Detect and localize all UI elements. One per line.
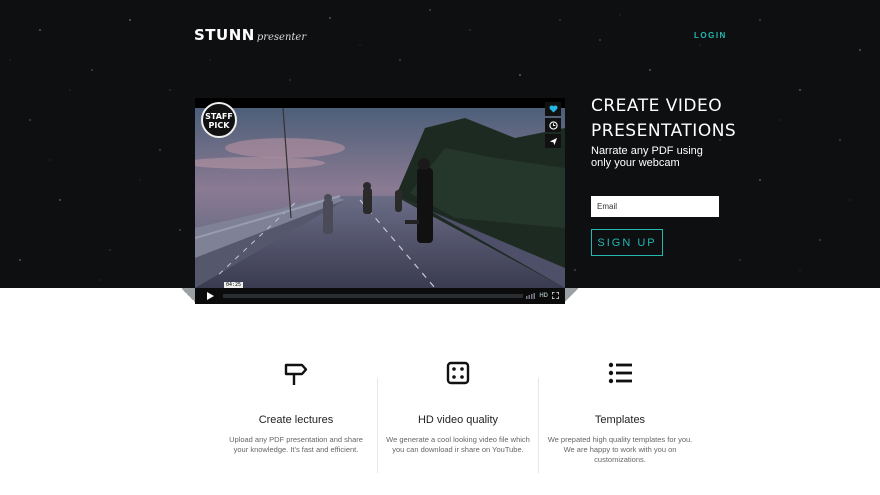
staff-pick-line1: STAFF: [205, 112, 233, 121]
feature-desc-line2: you can download ir share on YouTube.: [392, 445, 524, 454]
email-field[interactable]: [591, 196, 719, 217]
player-stand-left: [182, 288, 196, 304]
feature-desc-line3: customizations.: [594, 455, 646, 464]
volume-icon[interactable]: [526, 292, 536, 299]
staff-pick-line2: PICK: [208, 121, 230, 130]
hero-subtitle: Narrate any PDF using only your webcam: [591, 145, 721, 169]
send-icon: [549, 137, 557, 145]
feature-title: Templates: [594, 414, 646, 426]
player-controls: 04:25 HD: [195, 282, 565, 304]
feature-description: We generate a cool looking video file wh…: [378, 435, 538, 455]
progress-bar[interactable]: [223, 294, 523, 298]
video-duration: 04:25: [224, 282, 244, 288]
player-side-tools: [545, 102, 561, 150]
feature-title: Create lectures: [258, 414, 334, 426]
feature-hd-video: HD video quality We generate a cool look…: [378, 360, 538, 455]
feature-desc-line1: We prepated high quality templates for y…: [547, 435, 693, 444]
brand-name: STUNN: [194, 26, 255, 44]
feature-desc-line1: We generate a cool looking video file wh…: [386, 435, 530, 444]
feature-title: HD video quality: [417, 414, 499, 426]
brand-logo[interactable]: STUNN presenter: [194, 26, 306, 45]
hd-icon[interactable]: HD: [539, 293, 548, 299]
video-frame[interactable]: [195, 108, 565, 288]
feature-description: Upload any PDF presentation and share yo…: [216, 435, 376, 455]
signpost-icon: [284, 363, 308, 385]
feature-description: We prepated high quality templates for y…: [540, 435, 700, 465]
fullscreen-icon[interactable]: [552, 292, 559, 299]
feature-create-lectures: Create lectures Upload any PDF presentat…: [216, 360, 376, 455]
like-button[interactable]: [545, 102, 561, 116]
watch-later-button[interactable]: [545, 118, 561, 132]
feature-desc-line1: Upload any PDF presentation and share: [229, 435, 363, 444]
staff-pick-badge: STAFF PICK: [201, 102, 237, 138]
login-link[interactable]: LOGIN: [694, 31, 727, 40]
signup-button[interactable]: SIGN UP: [591, 229, 663, 256]
video-player[interactable]: STAFF PICK 04:25 HD: [195, 98, 565, 304]
brand-tagline: presenter: [256, 32, 307, 43]
feature-templates: Templates We prepated high quality templ…: [540, 360, 700, 465]
list-icon: [608, 362, 632, 384]
heart-icon: [549, 105, 557, 113]
share-button[interactable]: [545, 134, 561, 148]
hero-subtitle-line1: Narrate any PDF using: [591, 145, 703, 157]
player-control-icons: HD: [526, 292, 559, 299]
hero-title: CREATE VIDEO PRESENTATIONS: [591, 94, 741, 144]
hero-title-line2: PRESENTATIONS: [591, 121, 737, 141]
clock-icon: [548, 120, 558, 130]
dice-icon: [446, 361, 470, 385]
feature-desc-line2: We are happy to work with you on: [563, 445, 677, 454]
hero-title-line1: CREATE VIDEO: [591, 96, 723, 116]
play-icon[interactable]: [205, 291, 215, 301]
feature-desc-line2: your knowledge. It's fast and efficient.: [233, 445, 359, 454]
hero-subtitle-line2: only your webcam: [591, 157, 680, 169]
player-stand-right: [564, 288, 578, 304]
feature-divider: [538, 378, 539, 473]
